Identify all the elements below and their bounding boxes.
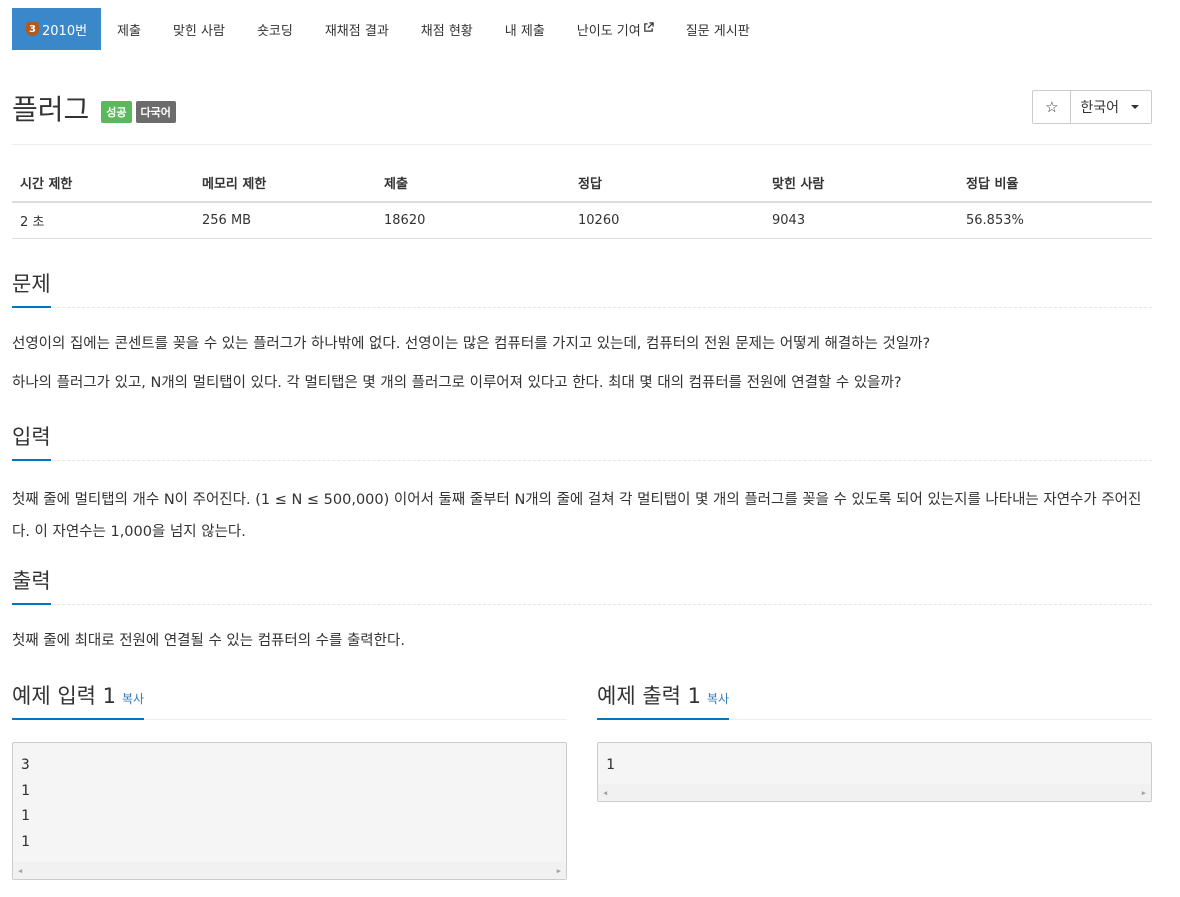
sample-output-title: 예제 출력 1 xyxy=(597,684,701,708)
sample-output-header: 예제 출력 1 복사 xyxy=(597,680,1152,720)
horizontal-scrollbar[interactable]: ◀ ▶ xyxy=(598,784,1151,801)
tab-question-board[interactable]: 질문 게시판 xyxy=(670,8,766,50)
tab-difficulty-contribution[interactable]: 난이도 기여 xyxy=(561,8,670,50)
col-time-limit: 시간 제한 xyxy=(12,164,194,203)
description-heading: 문제 xyxy=(12,268,51,308)
description-section-header: 문제 xyxy=(12,268,1152,308)
horizontal-scrollbar[interactable]: ◀ ▶ xyxy=(13,862,566,879)
submissions-value: 18620 xyxy=(376,202,570,239)
solved-badge: 성공 xyxy=(101,101,132,123)
external-link-icon xyxy=(643,22,654,36)
sample-output-heading: 예제 출력 1 복사 xyxy=(597,680,730,720)
output-description: 첫째 줄에 최대로 전원에 연결될 수 있는 컴퓨터의 수를 출력한다. xyxy=(12,633,405,649)
tab-rejudge-results[interactable]: 재채점 결과 xyxy=(309,8,405,50)
sample-input-line: 1 xyxy=(21,808,30,824)
tab-my-submissions[interactable]: 내 제출 xyxy=(489,8,561,50)
output-heading: 출력 xyxy=(12,565,51,605)
sample-output-line: 1 xyxy=(606,757,615,773)
col-memory-limit: 메모리 제한 xyxy=(194,164,376,203)
col-submissions: 제출 xyxy=(376,164,570,203)
col-solved-users: 맞힌 사람 xyxy=(764,164,958,203)
tab-short-coding[interactable]: 숏코딩 xyxy=(241,8,309,50)
tab-submit[interactable]: 제출 xyxy=(101,8,157,50)
sample-input-heading: 예제 입력 1 복사 xyxy=(12,680,145,720)
sample-input-header: 예제 입력 1 복사 xyxy=(12,680,567,720)
description-paragraph-1: 선영이의 집에는 콘센트를 꽂을 수 있는 플러그가 하나밖에 없다. 선영이는… xyxy=(12,336,931,352)
table-row: 2 초 256 MB 18620 10260 9043 56.853% xyxy=(12,202,1152,239)
copy-sample-output-button[interactable]: 복사 xyxy=(707,692,729,706)
scroll-left-icon[interactable]: ◀ xyxy=(18,867,22,875)
problem-info-table: 시간 제한 메모리 제한 제출 정답 맞힌 사람 정답 비율 2 초 256 M… xyxy=(12,164,1152,239)
tab-problem[interactable]: 3 2010번 xyxy=(12,8,102,50)
accept-ratio-value: 56.853% xyxy=(958,202,1152,239)
input-heading: 입력 xyxy=(12,421,51,461)
sample-output-box[interactable]: 1 ◀ ▶ xyxy=(597,742,1152,802)
sample-input-line: 1 xyxy=(21,782,30,799)
input-section-header: 입력 xyxy=(12,421,1152,461)
sample-input-line: 1 xyxy=(21,833,30,850)
sample-input-title: 예제 입력 1 xyxy=(12,684,116,708)
scroll-right-icon[interactable]: ▶ xyxy=(557,867,561,875)
star-button[interactable]: ☆ xyxy=(1033,91,1072,123)
problem-title: 플러그 xyxy=(12,93,90,126)
scroll-left-icon[interactable]: ◀ xyxy=(603,789,607,797)
output-section-header: 출력 xyxy=(12,565,1152,605)
sample-input-line: 3 xyxy=(21,757,30,773)
table-header-row: 시간 제한 메모리 제한 제출 정답 맞힌 사람 정답 비율 xyxy=(12,164,1152,203)
star-icon: ☆ xyxy=(1045,98,1059,116)
tab-difficulty-label: 난이도 기여 xyxy=(576,23,641,39)
description-paragraph-2: 하나의 플러그가 있고, N개의 멀티탭이 있다. 각 멀티탭은 몇 개의 플러… xyxy=(12,375,902,391)
language-dropdown[interactable]: 한국어 xyxy=(1071,91,1151,123)
caret-down-icon xyxy=(1131,105,1139,109)
copy-sample-input-button[interactable]: 복사 xyxy=(122,692,144,706)
tab-problem-label: 2010번 xyxy=(42,23,88,39)
language-label: 한국어 xyxy=(1080,100,1119,116)
col-accept-ratio: 정답 비율 xyxy=(958,164,1152,203)
tab-solved-users[interactable]: 맞힌 사람 xyxy=(157,8,241,50)
time-limit-value: 2 초 xyxy=(12,202,194,239)
problem-actions: ☆ 한국어 xyxy=(1032,90,1152,124)
tier-icon: 3 xyxy=(26,22,39,36)
accepted-value: 10260 xyxy=(570,202,764,239)
scroll-right-icon[interactable]: ▶ xyxy=(1142,789,1146,797)
divider xyxy=(12,144,1152,145)
sample-input-box[interactable]: 3 1 1 1 ◀ ▶ xyxy=(12,742,567,880)
input-description: 첫째 줄에 멀티탭의 개수 N이 주어진다. (1 ≤ N ≤ 500,000)… xyxy=(12,492,1142,540)
col-accepted: 정답 xyxy=(570,164,764,203)
problem-title-row: 플러그 성공 다국어 xyxy=(12,88,176,128)
memory-limit-value: 256 MB xyxy=(194,202,376,239)
multilang-badge[interactable]: 다국어 xyxy=(135,101,176,123)
problem-menu: 3 2010번 제출 맞힌 사람 숏코딩 재채점 결과 채점 현황 내 제출 난… xyxy=(12,8,766,50)
tab-status[interactable]: 채점 현황 xyxy=(405,8,489,50)
solved-users-value: 9043 xyxy=(764,202,958,239)
